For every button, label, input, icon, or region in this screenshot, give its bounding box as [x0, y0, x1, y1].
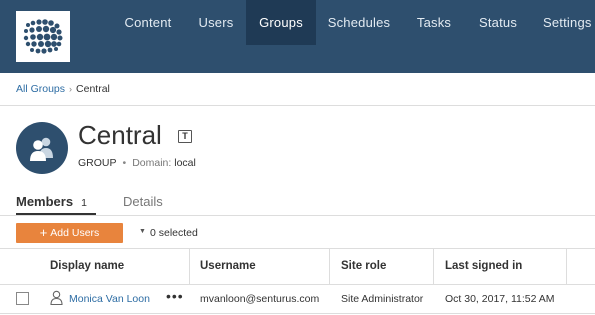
breadcrumb: All Groups › Central: [16, 83, 110, 95]
nav-item-groups[interactable]: Groups: [246, 0, 316, 45]
divider: [0, 313, 595, 314]
nav-item-users[interactable]: Users: [186, 0, 246, 45]
chevron-down-icon[interactable]: ▼: [139, 228, 146, 235]
domain-label: Domain:: [132, 157, 172, 169]
nav-item-status[interactable]: Status: [468, 0, 528, 45]
divider: [0, 105, 595, 106]
nav-item-settings[interactable]: Settings: [534, 0, 595, 45]
breadcrumb-all-groups-link[interactable]: All Groups: [16, 83, 65, 95]
user-last-signed-in: Oct 30, 2017, 11:52 AM: [445, 293, 555, 305]
more-actions-icon[interactable]: •••: [166, 288, 184, 304]
members-count: 1: [81, 197, 87, 209]
meta-separator: •: [122, 157, 127, 169]
user-site-role: Site Administrator: [341, 293, 424, 305]
column-divider[interactable]: [433, 249, 434, 284]
divider: [0, 248, 595, 249]
column-divider[interactable]: [189, 249, 190, 284]
plus-icon: +: [39, 225, 48, 240]
top-navigation-bar: Content Users Groups Schedules Tasks Sta…: [0, 0, 595, 73]
add-users-button[interactable]: + Add Users: [16, 223, 123, 243]
column-divider[interactable]: [329, 249, 330, 284]
tab-details[interactable]: Details: [123, 194, 163, 209]
column-header-display-name[interactable]: Display name: [50, 260, 124, 272]
tab-members[interactable]: Members 1: [16, 194, 87, 209]
group-users-icon: [16, 122, 68, 174]
nav-item-tasks[interactable]: Tasks: [406, 0, 462, 45]
column-header-username[interactable]: Username: [200, 260, 256, 272]
row-checkbox[interactable]: [16, 292, 29, 305]
nav-item-content[interactable]: Content: [113, 0, 183, 45]
globe-logo-icon[interactable]: [16, 11, 70, 62]
edit-name-icon[interactable]: T: [178, 130, 192, 143]
user-display-name-link[interactable]: Monica Van Loon: [69, 293, 150, 305]
group-meta: GROUP • Domain: local: [78, 157, 196, 169]
chevron-right-icon: ›: [69, 84, 73, 94]
column-divider[interactable]: [566, 249, 567, 284]
add-users-label: Add Users: [50, 227, 100, 239]
divider: [0, 284, 595, 285]
nav-item-schedules[interactable]: Schedules: [319, 0, 399, 45]
column-header-last-signed-in[interactable]: Last signed in: [445, 260, 522, 272]
selection-count[interactable]: 0 selected: [150, 227, 198, 239]
breadcrumb-current: Central: [76, 83, 110, 95]
tab-members-label: Members: [16, 194, 74, 209]
domain-value: local: [174, 157, 196, 169]
page-title: Central: [78, 120, 162, 150]
column-header-site-role[interactable]: Site role: [341, 260, 386, 272]
group-type-label: GROUP: [78, 157, 117, 169]
user-outline-icon: [50, 290, 63, 305]
divider: [0, 215, 595, 216]
user-username: mvanloon@senturus.com: [200, 293, 320, 305]
